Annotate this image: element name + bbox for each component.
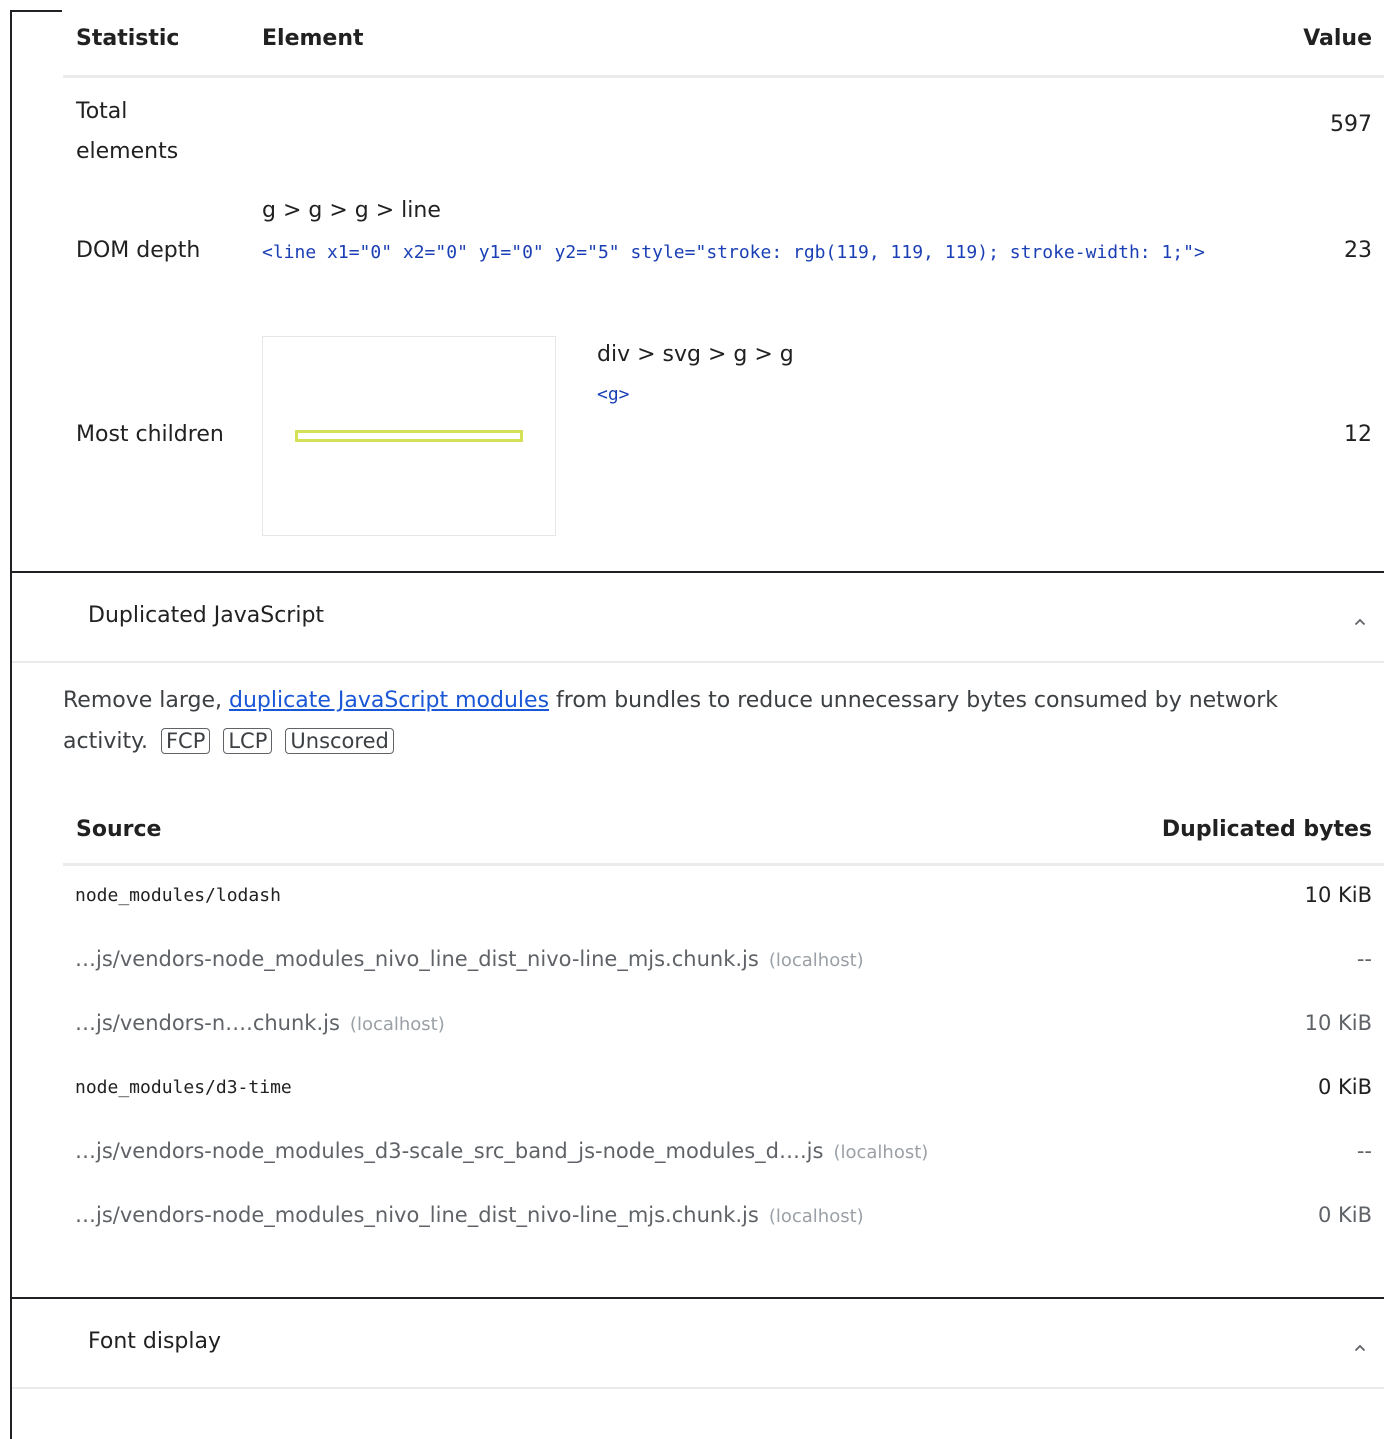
element-path[interactable]: g > g > g > line [262, 198, 441, 223]
dom-size-details: Statistic Element Value Total elements 5… [12, 12, 1384, 572]
badge-unscored: Unscored [285, 728, 394, 754]
chevron-up-icon[interactable] [1354, 1342, 1366, 1354]
table-row: …js/vendors-node_modules_nivo_line_dist_… [75, 941, 1372, 981]
audit-header-divider [12, 1387, 1384, 1389]
section-divider [12, 571, 1384, 573]
source-host: (localhost) [768, 950, 864, 971]
audit-header-divider [12, 661, 1384, 663]
stat-most-children: Most children [76, 422, 224, 447]
duplicated-bytes-value: 10 KiB [1304, 883, 1372, 907]
value-total-elements: 597 [1330, 112, 1372, 137]
element-snippet[interactable]: <line x1="0" x2="0" y1="0" y2="5" style=… [262, 234, 1272, 272]
duplicated-js-table-header: Source Duplicated bytes [63, 800, 1384, 866]
table-row: DOM depth g > g > g > line <line x1="0" … [63, 196, 1384, 316]
value-most-children: 12 [1344, 422, 1372, 447]
source-url[interactable]: …js/vendors-node_modules_d3-scale_src_ba… [75, 1139, 928, 1163]
element-path[interactable]: div > svg > g > g [597, 342, 794, 367]
source-host: (localhost) [833, 1142, 929, 1163]
table-row: …js/vendors-node_modules_d3-scale_src_ba… [75, 1133, 1372, 1173]
table-row: node_modules/lodash 10 KiB [75, 877, 1372, 917]
section-divider [12, 1297, 1384, 1299]
description-text: Remove large, [63, 688, 230, 713]
source-url-text: …js/vendors-node_modules_nivo_line_dist_… [75, 947, 759, 971]
badge-lcp: LCP [223, 728, 273, 754]
source-url-text: …js/vendors-n….chunk.js [75, 1011, 340, 1035]
header-duplicated-bytes: Duplicated bytes [1161, 817, 1372, 842]
source-url[interactable]: …js/vendors-n….chunk.js (localhost) [75, 1011, 445, 1035]
source-host: (localhost) [768, 1206, 864, 1227]
stat-dom-depth: DOM depth [76, 238, 201, 263]
source-url[interactable]: …js/vendors-node_modules_nivo_line_dist_… [75, 1203, 864, 1227]
audit-description: Remove large, duplicate JavaScript modul… [63, 680, 1353, 762]
source-url-text: …js/vendors-node_modules_nivo_line_dist_… [75, 1203, 759, 1227]
source-module: node_modules/d3-time [75, 1077, 292, 1098]
table-row: …js/vendors-node_modules_nivo_line_dist_… [75, 1197, 1372, 1237]
badge-fcp: FCP [160, 728, 211, 754]
duplicated-bytes-value: 0 KiB [1317, 1075, 1372, 1099]
header-value: Value [1303, 26, 1372, 51]
audit-title-duplicated-js[interactable]: Duplicated JavaScript [88, 603, 324, 628]
chevron-up-icon[interactable] [1354, 616, 1366, 628]
duplicated-bytes-value: -- [1356, 947, 1372, 971]
duplicated-bytes-value: -- [1356, 1139, 1372, 1163]
header-element: Element [262, 26, 364, 51]
source-url[interactable]: …js/vendors-node_modules_nivo_line_dist_… [75, 947, 864, 971]
element-screenshot-thumbnail[interactable] [262, 336, 556, 536]
source-host: (localhost) [349, 1014, 445, 1035]
duplicate-js-modules-link[interactable]: duplicate JavaScript modules [229, 688, 549, 713]
element-snippet[interactable]: <g> [597, 384, 630, 405]
duplicated-bytes-value: 10 KiB [1304, 1011, 1372, 1035]
header-source: Source [76, 817, 162, 842]
header-statistic: Statistic [76, 26, 180, 51]
duplicated-bytes-value: 0 KiB [1317, 1203, 1372, 1227]
dom-table-header: Statistic Element Value [63, 12, 1384, 78]
table-row: …js/vendors-n….chunk.js (localhost) 10 Ki… [75, 1005, 1372, 1045]
table-row: Total elements 597 [63, 90, 1384, 170]
source-url-text: …js/vendors-node_modules_d3-scale_src_ba… [75, 1139, 824, 1163]
audit-title-font-display[interactable]: Font display [88, 1329, 221, 1354]
value-dom-depth: 23 [1344, 238, 1372, 263]
highlighted-element-box [295, 430, 523, 442]
table-row: node_modules/d3-time 0 KiB [75, 1069, 1372, 1109]
stat-total-elements: Total elements [76, 99, 179, 164]
source-module: node_modules/lodash [75, 885, 281, 906]
